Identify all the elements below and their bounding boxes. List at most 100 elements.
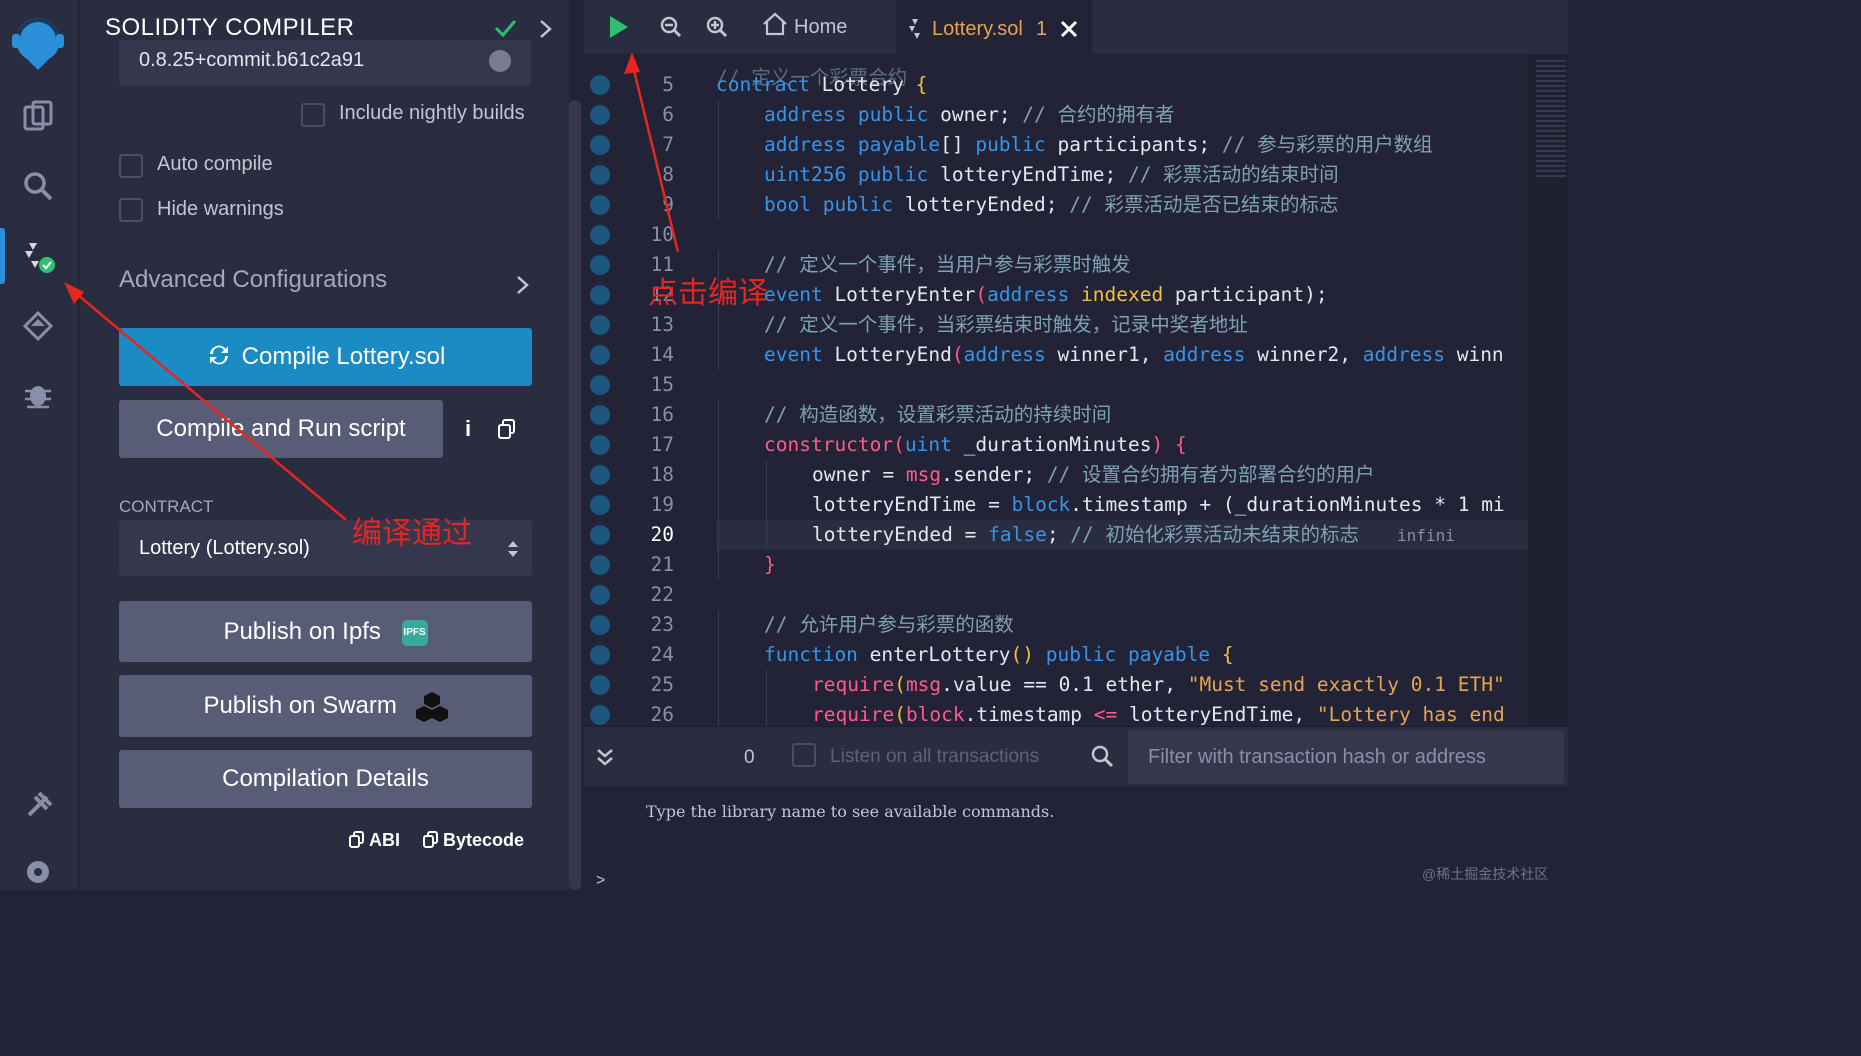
code-token: lotteryEndTime, [1117,703,1317,726]
watermark: @稀土掘金技术社区 [1422,866,1549,882]
breakpoint-gutter-dot[interactable] [590,285,610,305]
code-text: lotteryEnded = false; // 初始化彩票活动未结束的标志 in… [812,520,1455,551]
terminal-prompt: > [596,872,606,889]
indent-guide [718,100,719,130]
code-token: public [1034,643,1117,666]
breakpoint-gutter-dot[interactable] [590,555,610,575]
pending-tx-count: 0 [744,747,755,768]
line-number: 21 [650,553,674,576]
close-icon[interactable] [1060,20,1078,38]
indent-guide [718,400,719,430]
breakpoint-gutter-dot[interactable] [590,645,610,665]
code-line: 8 uint256 public lotteryEndTime; // 彩票活动的… [584,160,1528,190]
breakpoint-gutter-dot[interactable] [590,465,610,485]
code-line: 6 address public owner; // 合约的拥有者 [584,100,1528,130]
chevron-right-icon[interactable] [535,16,557,42]
compilation-details-button[interactable]: Compilation Details [119,750,532,808]
code-token: _durationMinutes [951,433,1152,456]
line-number: 23 [650,613,674,636]
code-text: address payable[] public participants; /… [764,130,1433,160]
tab-home[interactable]: Home [760,0,895,54]
code-token: payable [1116,643,1211,666]
code-token: public [810,193,894,216]
contract-select-value: Lottery (Lottery.sol) [139,537,310,559]
compile-button[interactable]: Compile Lottery.sol [119,328,532,386]
abi-copy[interactable]: ABI [349,830,400,851]
publish-swarm-button[interactable]: Publish on Swarm [119,675,532,737]
breakpoint-gutter-dot[interactable] [590,255,610,275]
panel-scrollbar[interactable] [569,100,581,890]
tx-filter-input[interactable]: Filter with transaction hash or address [1128,730,1564,784]
bytecode-copy[interactable]: Bytecode [423,830,524,851]
code-token: owner = [812,463,906,486]
compiler-version-select[interactable]: 0.8.25+commit.b61c2a91 [119,40,531,86]
terminal-output[interactable]: Type the library name to see available c… [584,786,1568,890]
info-icon[interactable]: i [465,416,471,442]
advanced-config-toggle[interactable]: Advanced Configurations [119,266,387,294]
breakpoint-gutter-dot[interactable] [590,615,610,635]
breakpoint-gutter-dot[interactable] [590,195,610,215]
publish-ipfs-button[interactable]: Publish on Ipfs IPFS [119,601,532,662]
breakpoint-gutter-dot[interactable] [590,585,610,605]
remix-logo-icon[interactable] [8,12,68,72]
breakpoint-gutter-dot[interactable] [590,705,610,725]
search-icon[interactable] [1090,744,1114,768]
listen-all-checkbox[interactable] [792,743,816,767]
debugger-icon[interactable] [18,374,58,414]
select-updown-icon [508,541,518,557]
copy-icon[interactable] [497,418,517,440]
run-play-icon[interactable] [608,14,630,40]
breakpoint-gutter-dot[interactable] [590,495,610,515]
code-line: 21} [584,550,1528,580]
code-token: lotteryEndTime = [812,493,1012,516]
line-number: 5 [662,73,674,96]
breakpoint-gutter-dot[interactable] [590,525,610,545]
plugin-manager-icon[interactable] [18,786,58,826]
breakpoint-gutter-dot[interactable] [590,105,610,125]
breakpoint-gutter-dot[interactable] [590,165,610,185]
solidity-compiler-panel: SOLIDITY COMPILER 0.8.25+commit.b61c2a91… [78,0,569,890]
indent-guide [718,520,719,550]
gas-estimate: infini [1397,526,1455,545]
chevron-right-icon[interactable] [513,272,533,298]
solidity-file-icon [909,19,920,39]
line-number: 20 [650,523,674,546]
zoom-in-icon[interactable] [706,16,728,38]
breakpoint-gutter-dot[interactable] [590,375,610,395]
solidity-compiler-icon[interactable] [18,236,58,276]
auto-compile-checkbox[interactable] [119,154,143,178]
code-token: LotteryEnter [822,283,976,306]
code-token: "Must send exactly 0.1 ETH" [1187,673,1505,696]
settings-gear-icon[interactable] [18,852,58,892]
code-token: ( [894,703,906,726]
minimap[interactable] [1528,54,1568,726]
code-token: lotteryEndTime; [928,163,1117,186]
code-token: payable [846,133,941,156]
line-number: 24 [650,643,674,666]
line-number: 17 [650,433,674,456]
breakpoint-gutter-dot[interactable] [590,315,610,335]
breakpoint-gutter-dot[interactable] [590,225,610,245]
include-nightly-checkbox[interactable] [301,103,325,127]
compile-run-script-button[interactable]: Compile and Run script [119,400,443,458]
code-token: enterLottery [857,643,1011,666]
indent-guide [718,550,719,580]
breakpoint-gutter-dot[interactable] [590,405,610,425]
code-editor[interactable]: // 定义一个彩票合约 5 contract Lottery {6 address … [584,54,1528,726]
code-token: { [1174,433,1187,456]
hide-warnings-checkbox[interactable] [119,198,143,222]
deploy-run-icon[interactable] [18,306,58,346]
file-explorer-icon[interactable] [18,96,58,136]
code-token: uint256 [764,163,847,186]
breakpoint-gutter-dot[interactable] [590,675,610,695]
breakpoint-gutter-dot[interactable] [590,345,610,365]
tab-lottery-sol[interactable]: Lottery.sol 1 [896,0,1092,56]
breakpoint-gutter-dot[interactable] [590,135,610,155]
breakpoint-gutter-dot[interactable] [590,435,610,455]
search-icon[interactable] [18,166,58,206]
annotation-compile-passed: 编译通过 [352,516,472,551]
breakpoint-gutter-dot[interactable] [590,75,610,95]
zoom-out-icon[interactable] [660,16,682,38]
chevrons-down-icon[interactable] [596,747,614,767]
code-token: .sender; [941,463,1036,486]
